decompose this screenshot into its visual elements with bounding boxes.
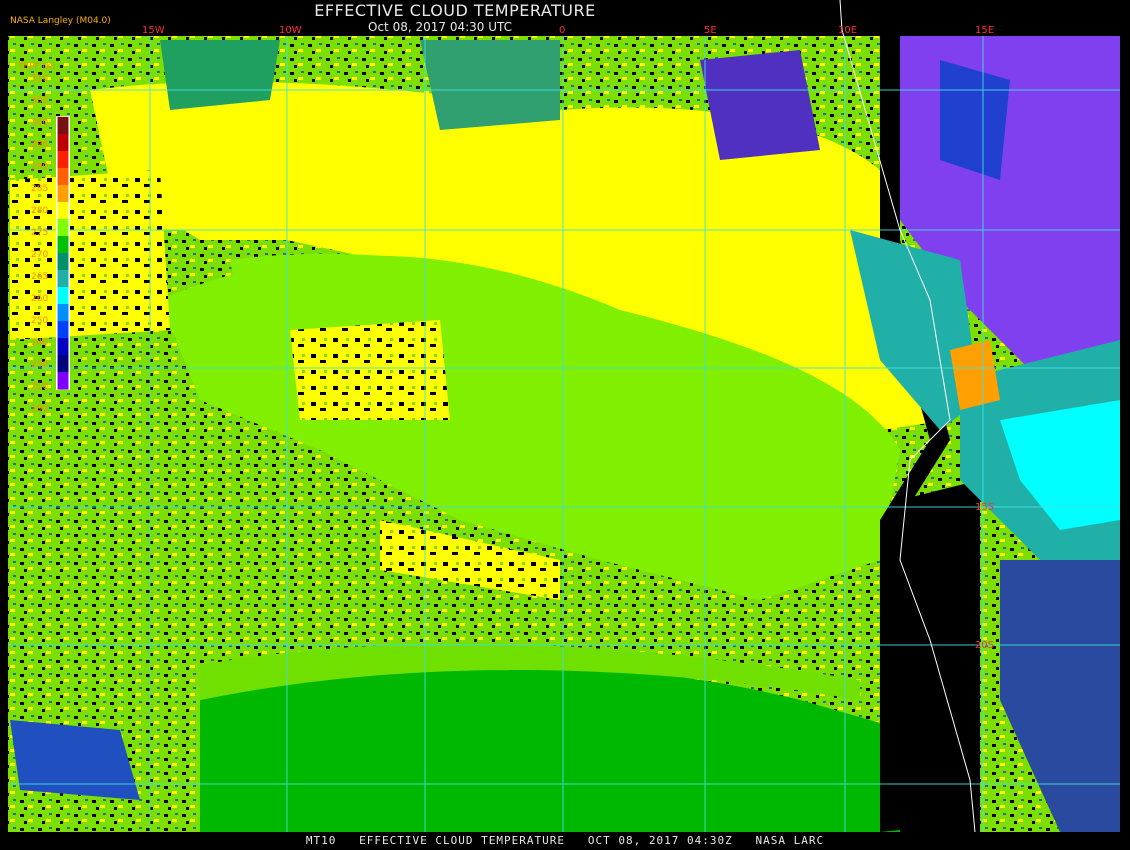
legend-tick-label: 190 <box>31 404 49 414</box>
legend-tick-label: 305 <box>31 96 49 106</box>
legend-tick-label: 265 <box>31 272 49 282</box>
legend-swatch <box>57 235 69 254</box>
map-subtitle: Oct 08, 2017 04:30 UTC <box>368 20 512 34</box>
legend-swatch <box>57 218 69 237</box>
legend-tick-label: 250 <box>31 316 49 326</box>
legend-tick-label: 300 <box>31 118 49 128</box>
legend-swatch <box>57 270 69 288</box>
legend-swatch <box>57 133 69 152</box>
legend-swatch <box>57 150 69 169</box>
legend-swatch <box>57 338 69 356</box>
legend-swatch <box>57 287 69 305</box>
legend-swatch <box>57 304 69 322</box>
legend-tick-label: 230 <box>31 360 49 370</box>
legend-swatch <box>57 253 69 271</box>
legend-tick-label: 270 <box>31 250 49 260</box>
legend-swatch <box>57 321 69 339</box>
legend-bar <box>56 116 70 390</box>
legend-tick-label: 290 <box>31 162 49 172</box>
legend-tick-label: 240 <box>31 338 49 348</box>
legend-swatch <box>57 184 69 203</box>
legend-tick-label: 260 <box>31 294 49 304</box>
cloud-temperature-map: 15W 10W 0 5E 10E 15E 15S 20S <box>0 0 1130 850</box>
legend-tick-label: 275 <box>31 228 49 238</box>
lat-label: 15S <box>975 502 994 513</box>
legend-swatch <box>57 116 69 135</box>
legend-swatch <box>57 167 69 186</box>
legend-tick-label: 285 <box>31 184 49 194</box>
legend-swatch <box>57 372 69 390</box>
legend-tick-label: 210 <box>31 382 49 392</box>
legend-tick-label: 310 <box>31 74 49 84</box>
map-title: EFFECTIVE CLOUD TEMPERATURE <box>314 1 596 20</box>
legend-unit: TEFF (K) <box>18 62 56 72</box>
legend-tick-label: 295 <box>31 140 49 150</box>
lat-label: 20S <box>975 640 994 651</box>
legend-swatch <box>57 201 69 220</box>
footer-caption: MT10 EFFECTIVE CLOUD TEMPERATURE OCT 08,… <box>305 834 825 847</box>
legend-tick-label: 280 <box>31 206 49 216</box>
legend-swatch <box>57 355 69 373</box>
brand-label: NASA Langley (M04.0) <box>10 16 111 26</box>
